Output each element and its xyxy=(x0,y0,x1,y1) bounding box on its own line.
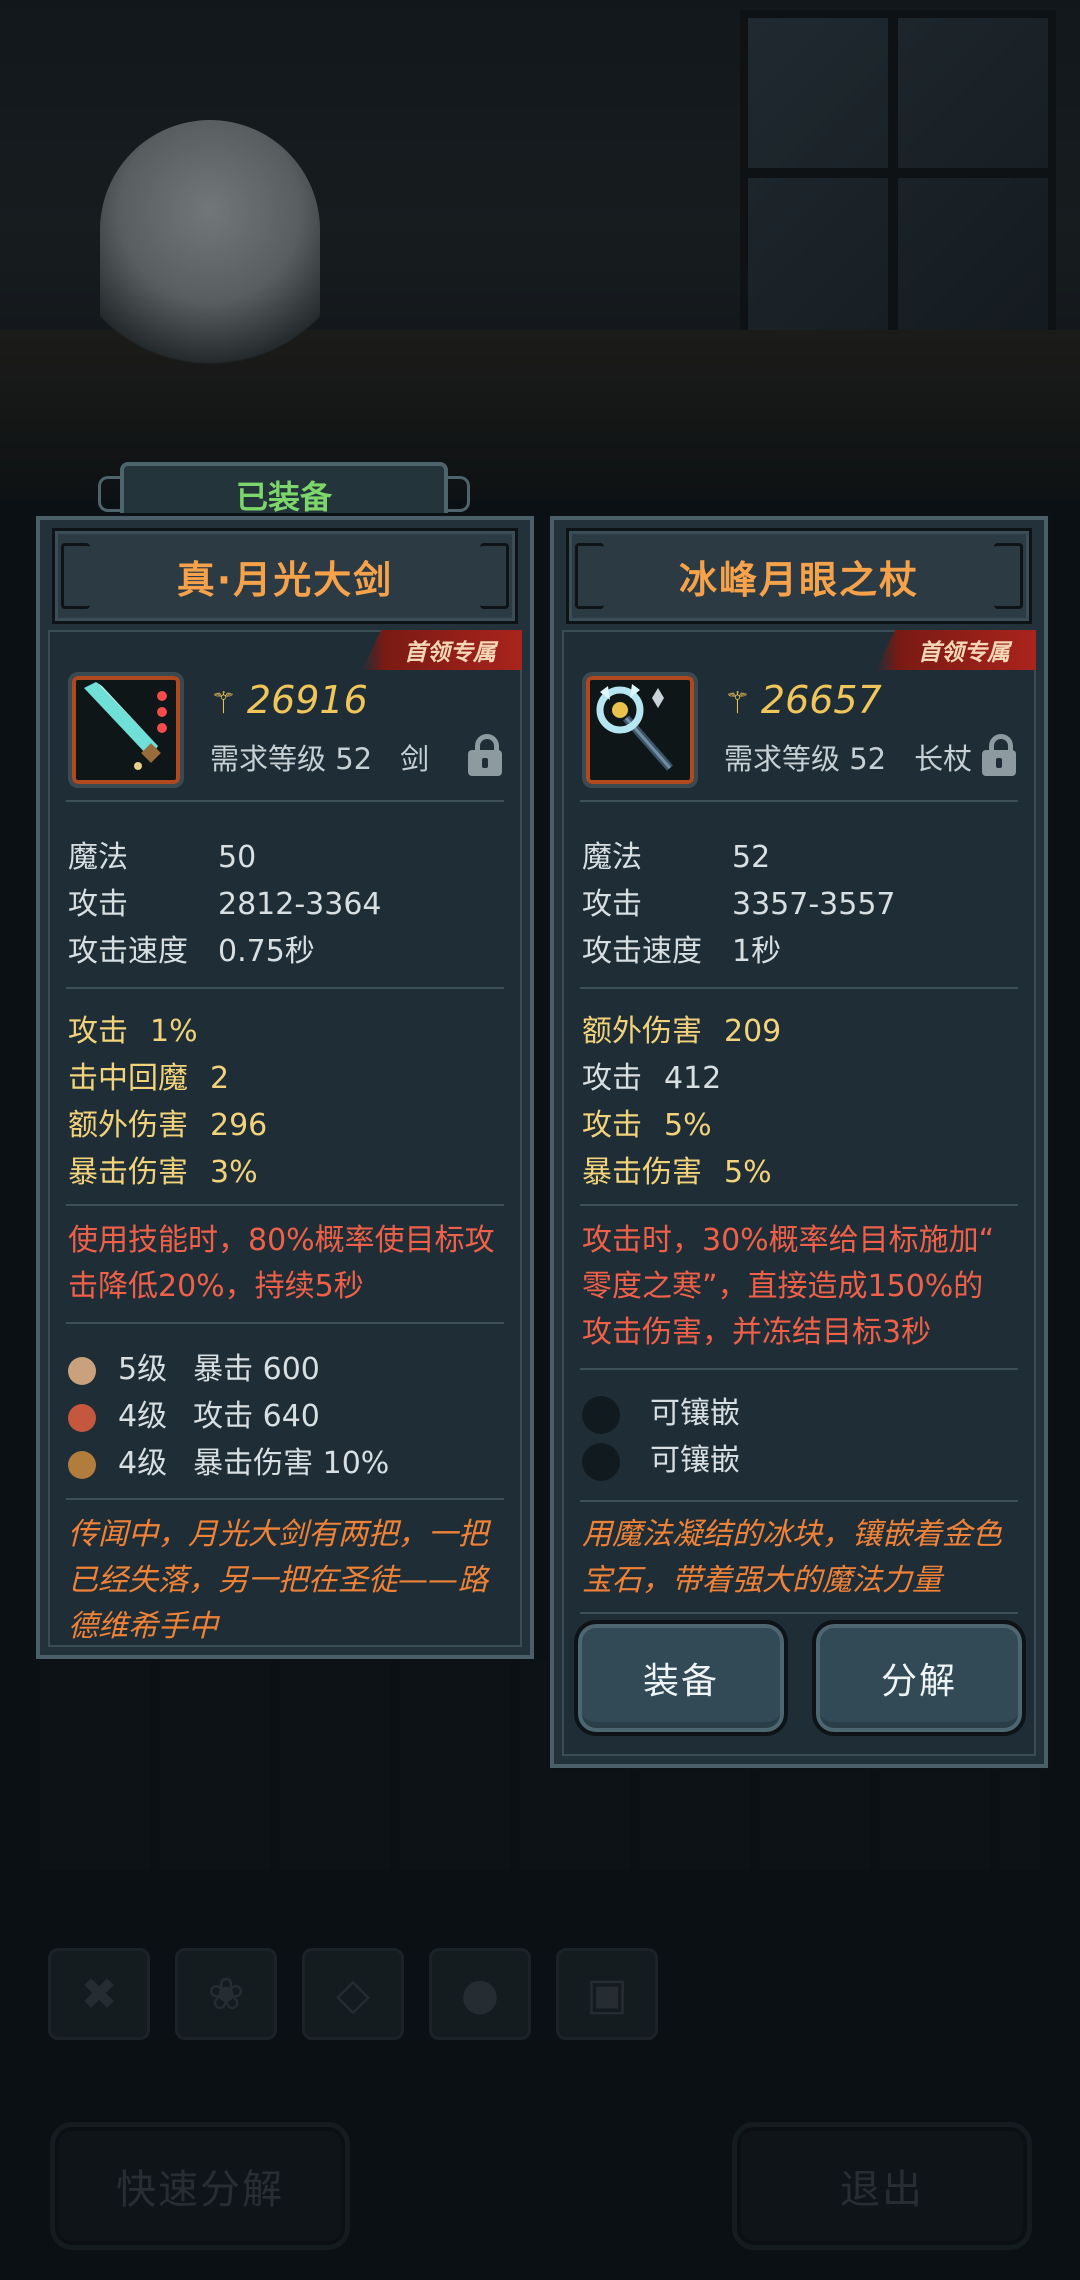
lock-icon[interactable] xyxy=(468,734,502,776)
divider xyxy=(66,1322,504,1324)
divider xyxy=(580,987,1018,989)
skill-effect-text: 攻击时，30%概率给目标施加“ 零度之寒”，直接造成150%的 攻击伤害，并冻结目标… xyxy=(582,1223,995,1350)
divider xyxy=(580,1204,1018,1206)
gem-row: 4级 攻击 640 xyxy=(68,1391,320,1435)
gem-row: 4级 暴击伤害 10% xyxy=(68,1438,389,1482)
divider xyxy=(580,1368,1018,1370)
stat-row: 魔法 52 xyxy=(582,840,771,875)
item-details: 首领专属 ⚚ 26657 需求等级 52 长杖 魔法 52 攻击 3357-3557 攻… xyxy=(562,630,1036,1756)
requirement-line: 需求等级 52 长杖 xyxy=(724,742,973,776)
bonus-row: 额外伤害 209 xyxy=(582,1014,782,1049)
divider xyxy=(580,1500,1018,1502)
divider xyxy=(580,1612,1018,1614)
stat-row: 攻击 3357-3557 xyxy=(582,887,896,922)
bonus-row: 攻击 5% xyxy=(582,1108,712,1143)
power-score: ⚚ 26657 xyxy=(724,678,882,722)
requirement-line: 需求等级 52 剑 xyxy=(210,742,430,776)
skill-effect-text: 使用技能时，80%概率使目标攻 击降低20%，持续5秒 xyxy=(68,1223,495,1304)
staff-icon xyxy=(582,672,698,788)
bonus-row: 暴击伤害 3% xyxy=(68,1155,258,1190)
gem-icon xyxy=(68,1450,96,1479)
stat-row: 攻击速度 1秒 xyxy=(582,934,782,969)
item-name: 冰峰月眼之杖 xyxy=(566,528,1032,624)
gem-icon xyxy=(68,1356,96,1385)
divider xyxy=(66,1204,504,1206)
bonus-row: 暴击伤害 5% xyxy=(582,1155,772,1190)
gem-row: 5级 暴击 600 xyxy=(68,1344,320,1388)
equipped-item-card: 真·月光大剑 首领专属 ⚚ 26916 需求等级 52 剑 魔法 50 攻击 2812-… xyxy=(36,516,534,1659)
stat-row: 攻击 2812-3364 xyxy=(68,887,382,922)
bonus-row: 击中回魔 2 xyxy=(68,1061,230,1096)
power-score: ⚚ 26916 xyxy=(210,678,368,722)
divider xyxy=(66,800,504,802)
divider xyxy=(66,987,504,989)
bonus-row: 攻击 1% xyxy=(68,1014,198,1049)
sword-icon xyxy=(68,672,184,788)
gem-icon xyxy=(68,1403,96,1432)
divider xyxy=(580,800,1018,802)
divider xyxy=(66,1498,504,1500)
stat-row: 攻击速度 0.75秒 xyxy=(68,934,315,969)
empty-socket-icon xyxy=(582,1442,620,1481)
socket-row: 可镶嵌 xyxy=(582,1435,740,1481)
boss-exclusive-badge: 首领专属 xyxy=(362,630,522,670)
socket-row: 可镶嵌 xyxy=(582,1388,740,1434)
item-details: 首领专属 ⚚ 26916 需求等级 52 剑 魔法 50 攻击 2812-3364 攻击… xyxy=(48,630,522,1647)
bonus-row: 额外伤害 296 xyxy=(68,1108,268,1143)
compare-item-card: 冰峰月眼之杖 首领专属 ⚚ 26657 需求等级 52 长杖 魔法 52 攻击 3357… xyxy=(550,516,1048,1768)
lock-icon[interactable] xyxy=(982,734,1016,776)
decompose-button[interactable]: 分解 xyxy=(812,1620,1026,1736)
lore-text: 用魔法凝结的冰块，镶嵌着金色 宝石，带着强大的魔法力量 xyxy=(582,1517,1002,1598)
lore-text: 传闻中，月光大剑有两把，一把 已经失落，另一把在圣徒——路 德维希手中 xyxy=(68,1517,488,1644)
equip-button[interactable]: 装备 xyxy=(574,1620,788,1736)
empty-socket-icon xyxy=(582,1395,620,1434)
item-name: 真·月光大剑 xyxy=(52,528,518,624)
boss-exclusive-badge: 首领专属 xyxy=(876,630,1036,670)
stat-row: 魔法 50 xyxy=(68,840,257,875)
bonus-row: 攻击 412 xyxy=(582,1061,722,1096)
